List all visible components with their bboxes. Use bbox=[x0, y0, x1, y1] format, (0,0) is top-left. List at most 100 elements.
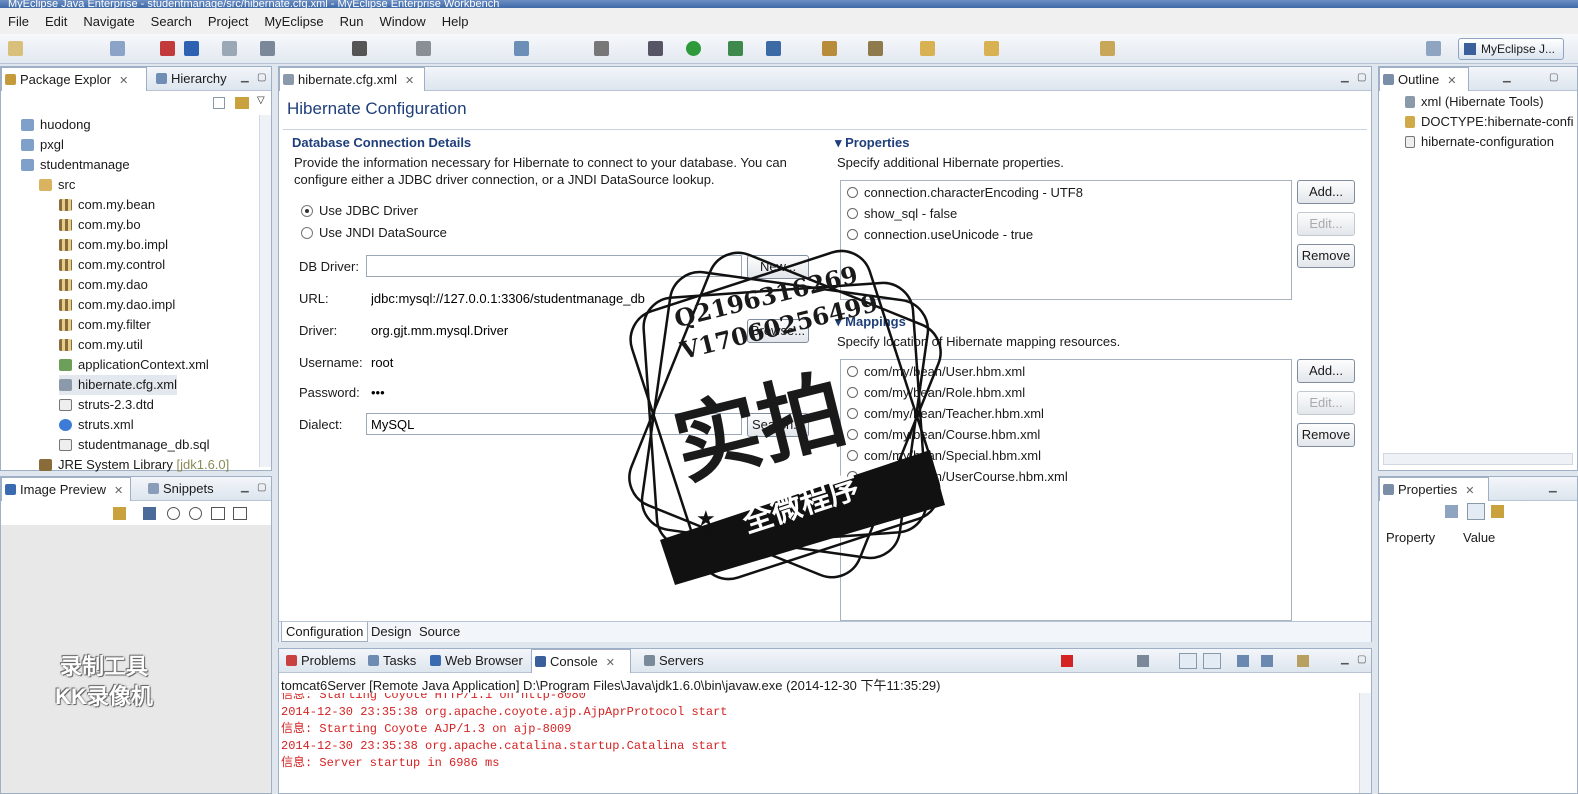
scroll-lock-icon[interactable] bbox=[1179, 653, 1197, 669]
add-property-button[interactable]: Add... bbox=[1297, 180, 1355, 204]
collapse-icon[interactable]: ▾ bbox=[835, 314, 845, 329]
list-item[interactable]: com/my/bean/UserCourse.hbm.xml bbox=[847, 467, 1068, 487]
tab-tasks[interactable]: Tasks bbox=[365, 649, 416, 673]
close-icon[interactable]: ✕ bbox=[405, 75, 414, 87]
list-item[interactable]: connection.characterEncoding - UTF8 bbox=[847, 183, 1083, 203]
radio-jdbc[interactable]: Use JDBC Driver bbox=[301, 203, 418, 218]
tree-item-package[interactable]: com.my.bean bbox=[59, 195, 155, 215]
collapse-icon[interactable]: ▾ bbox=[835, 135, 845, 150]
tree-item-src[interactable]: src bbox=[39, 175, 75, 195]
tree-item-file-selected[interactable]: hibernate.cfg.xml bbox=[59, 375, 177, 395]
vertical-scrollbar[interactable] bbox=[1359, 693, 1371, 793]
list-item[interactable]: com/my/bean/User.hbm.xml bbox=[847, 362, 1025, 382]
username-field[interactable] bbox=[366, 351, 809, 373]
tab-web-browser[interactable]: Web Browser bbox=[427, 649, 523, 673]
tab-servers[interactable]: Servers bbox=[641, 649, 704, 673]
tree-item-package[interactable]: com.my.filter bbox=[59, 315, 151, 335]
menu-window[interactable]: Window bbox=[371, 14, 433, 29]
menu-navigate[interactable]: Navigate bbox=[75, 14, 142, 29]
list-item[interactable]: com/my/bean/Special.hbm.xml bbox=[847, 446, 1041, 466]
minimize-icon[interactable]: ▁ bbox=[1503, 72, 1511, 83]
menu-run[interactable]: Run bbox=[332, 14, 372, 29]
class-icon[interactable] bbox=[868, 41, 883, 56]
tree-item-studentmanage[interactable]: studentmanage bbox=[21, 155, 130, 175]
close-icon[interactable]: ✕ bbox=[119, 75, 128, 87]
pin-icon[interactable] bbox=[1445, 505, 1458, 518]
menu-edit[interactable]: Edit bbox=[37, 14, 75, 29]
deploy-icon[interactable] bbox=[184, 41, 199, 56]
tree-item-package[interactable]: com.my.control bbox=[59, 255, 165, 275]
browse-button[interactable]: Browse... bbox=[747, 319, 809, 343]
search-dialect-button[interactable]: Search... bbox=[747, 413, 809, 437]
minimize-icon[interactable]: ▁ bbox=[241, 72, 249, 83]
radio-jndi[interactable]: Use JNDI DataSource bbox=[301, 225, 447, 240]
link-editor-icon[interactable] bbox=[235, 97, 249, 109]
radio-button[interactable] bbox=[301, 227, 313, 239]
close-icon[interactable]: ✕ bbox=[114, 485, 123, 497]
driver-field[interactable] bbox=[366, 319, 742, 341]
tab-problems[interactable]: Problems bbox=[283, 649, 356, 673]
annotation-icon[interactable] bbox=[1100, 41, 1115, 56]
fit-icon[interactable] bbox=[143, 507, 156, 520]
pin-console-icon[interactable] bbox=[1237, 655, 1249, 667]
tree-item-file[interactable]: studentmanage_db.sql bbox=[59, 435, 210, 455]
tree-item-package[interactable]: com.my.dao bbox=[59, 275, 148, 295]
filter-icon[interactable] bbox=[1491, 505, 1504, 518]
open-console-icon[interactable] bbox=[1297, 655, 1309, 667]
list-item[interactable]: com/my/bean/Course.hbm.xml bbox=[847, 425, 1040, 445]
add-mapping-button[interactable]: Add... bbox=[1297, 359, 1355, 383]
categories-icon[interactable] bbox=[1467, 503, 1485, 520]
properties-list[interactable]: connection.characterEncoding - UTF8 show… bbox=[840, 180, 1292, 300]
globe-icon[interactable] bbox=[416, 41, 431, 56]
browser-icon[interactable] bbox=[514, 41, 529, 56]
menu-search[interactable]: Search bbox=[143, 14, 200, 29]
password-field[interactable] bbox=[366, 381, 809, 403]
dialect-field[interactable] bbox=[366, 413, 742, 435]
db-driver-select[interactable] bbox=[366, 255, 742, 277]
open-folder-icon[interactable] bbox=[920, 41, 935, 56]
tab-hierarchy[interactable]: Hierarchy bbox=[153, 67, 227, 91]
new-icon[interactable] bbox=[8, 41, 23, 56]
minimize-icon[interactable]: ▁ bbox=[241, 482, 249, 493]
list-item[interactable]: com/my/bean/Role.hbm.xml bbox=[847, 383, 1025, 403]
zoom-out-icon[interactable] bbox=[167, 507, 180, 520]
tree-item-package[interactable]: com.my.bo.impl bbox=[59, 235, 168, 255]
maximize-icon[interactable]: ▢ bbox=[257, 482, 266, 493]
tree-item-huodong[interactable]: huodong bbox=[21, 115, 91, 135]
maximize-icon[interactable]: ▢ bbox=[1357, 654, 1366, 665]
remove-property-button[interactable]: Remove bbox=[1297, 244, 1355, 268]
close-icon[interactable]: ✕ bbox=[606, 657, 615, 669]
tree-item-file[interactable]: struts-2.3.dtd bbox=[59, 395, 154, 415]
tree-item-file[interactable]: struts.xml bbox=[59, 415, 134, 435]
list-item[interactable]: connection.useUnicode - true bbox=[847, 225, 1033, 245]
build-icon[interactable] bbox=[222, 41, 237, 56]
new-driver-button[interactable]: New... bbox=[747, 255, 809, 279]
maximize-icon[interactable]: ▢ bbox=[257, 72, 266, 83]
package-icon[interactable] bbox=[822, 41, 837, 56]
tab-package-explorer[interactable]: Package Explor ✕ bbox=[1, 67, 147, 91]
close-icon[interactable]: ✕ bbox=[1447, 75, 1456, 87]
tree-item-package[interactable]: com.my.bo bbox=[59, 215, 141, 235]
terminate-icon[interactable] bbox=[1061, 655, 1073, 667]
outline-item[interactable]: DOCTYPE:hibernate-confi bbox=[1405, 112, 1573, 132]
open-perspective-icon[interactable] bbox=[1426, 41, 1441, 56]
tree-item-package[interactable]: com.my.util bbox=[59, 335, 143, 355]
tree-item-package[interactable]: com.my.dao.impl bbox=[59, 295, 175, 315]
refresh-icon[interactable] bbox=[113, 507, 126, 520]
edit-property-button[interactable]: Edit... bbox=[1297, 212, 1355, 236]
run-config-icon[interactable] bbox=[728, 41, 743, 56]
tab-design[interactable]: Design bbox=[367, 622, 415, 642]
close-icon[interactable]: ✕ bbox=[1465, 485, 1474, 497]
tab-configuration[interactable]: Configuration bbox=[281, 622, 369, 642]
tab-properties[interactable]: Properties ✕ bbox=[1379, 477, 1489, 501]
menu-myeclipse[interactable]: MyEclipse bbox=[256, 14, 331, 29]
minimize-icon[interactable]: ▁ bbox=[1341, 72, 1349, 83]
list-item[interactable]: com/my/bean/Teacher.hbm.xml bbox=[847, 404, 1044, 424]
outline-item[interactable]: xml (Hibernate Tools) bbox=[1405, 92, 1544, 112]
run-icon[interactable] bbox=[686, 41, 701, 56]
tab-console[interactable]: Console ✕ bbox=[531, 649, 631, 673]
tree-item-file[interactable]: applicationContext.xml bbox=[59, 355, 209, 375]
remove-mapping-button[interactable]: Remove bbox=[1297, 423, 1355, 447]
hierarchy-icon[interactable] bbox=[352, 41, 367, 56]
external-tools-icon[interactable] bbox=[766, 41, 781, 56]
